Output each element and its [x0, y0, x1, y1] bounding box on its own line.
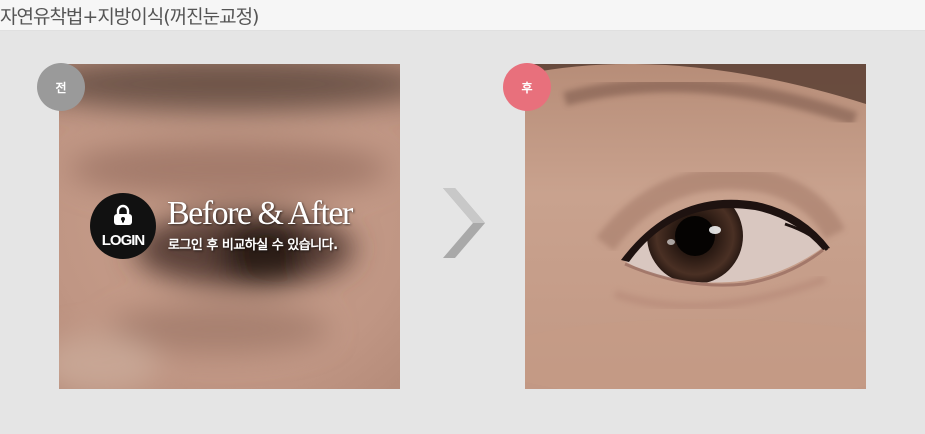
after-photo: [525, 64, 866, 389]
after-photo-image: [525, 64, 866, 389]
before-photo: LOGIN Before & After 로그인 후 비교하실 수 있습니다.: [59, 64, 400, 389]
login-notice: 로그인 후 비교하실 수 있습니다.: [168, 238, 338, 253]
title-bar: 자연유착법+지방이식(꺼진눈교정): [0, 0, 925, 31]
page-title: 자연유착법+지방이식(꺼진눈교정): [0, 6, 259, 28]
after-badge: 후: [503, 63, 551, 111]
before-badge: 전: [37, 63, 85, 111]
login-overlay[interactable]: LOGIN Before & After 로그인 후 비교하실 수 있습니다.: [90, 193, 380, 263]
login-label: LOGIN: [101, 231, 145, 249]
lock-icon: [111, 204, 135, 230]
login-button[interactable]: LOGIN: [90, 193, 156, 259]
chevron-right-icon: [441, 188, 487, 258]
before-after-heading: Before & After: [167, 195, 353, 232]
